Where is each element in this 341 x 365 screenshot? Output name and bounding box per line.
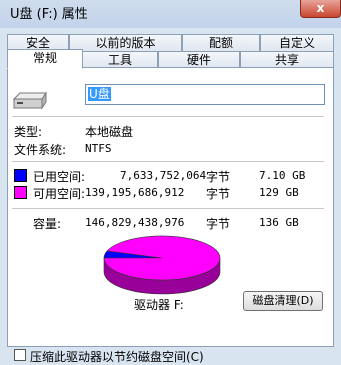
close-icon: x (316, 1, 325, 15)
free-space-swatch (14, 186, 27, 199)
capacity-label: 容量: (33, 217, 62, 231)
used-space-swatch (14, 169, 27, 182)
capacity-size: 136 GB (259, 216, 299, 229)
free-space-size: 129 GB (259, 186, 299, 199)
type-label: 类型: (14, 125, 43, 139)
tab-general[interactable]: 常规 (7, 49, 83, 69)
type-value: 本地磁盘 (85, 125, 134, 139)
free-space-unit: 字节 (206, 187, 231, 201)
tab-tools[interactable]: 工具 (82, 51, 158, 68)
divider-1 (12, 116, 324, 117)
compress-checkbox[interactable] (14, 349, 26, 361)
tab-previous-versions[interactable]: 以前的版本 (69, 34, 182, 51)
tab-hardware[interactable]: 硬件 (158, 51, 240, 68)
drive-icon (12, 91, 47, 110)
volume-name-input[interactable]: U盘 (85, 84, 325, 105)
window-title: U盘 (F:) 属性 (10, 7, 88, 22)
capacity-bytes: 146,829,438,976 (85, 216, 185, 229)
tab-sharing[interactable]: 共享 (240, 51, 334, 68)
filesystem-value: NTFS (85, 142, 112, 155)
pie-slice-free (103, 235, 221, 281)
close-button[interactable]: x (300, 0, 341, 18)
volume-name-text: U盘 (88, 87, 111, 101)
free-space-label: 可用空间: (33, 187, 86, 201)
capacity-unit: 字节 (206, 217, 231, 231)
divider-2 (12, 161, 324, 162)
tab-quota[interactable]: 配额 (182, 34, 260, 51)
used-space-size: 7.10 GB (259, 169, 306, 182)
title-bar: U盘 (F:) 属性 x (0, 0, 341, 28)
used-space-unit: 字节 (206, 170, 231, 184)
tab-customize[interactable]: 自定义 (260, 34, 334, 51)
filesystem-label: 文件系统: (14, 143, 67, 157)
disk-cleanup-button[interactable]: 磁盘清理(D) (243, 291, 323, 311)
disk-usage-pie-chart (103, 235, 221, 295)
used-space-label: 已用空间: (33, 170, 86, 184)
free-space-bytes: 139,195,686,912 (85, 186, 185, 199)
used-space-bytes: 7,633,752,064 (120, 169, 207, 182)
divider-3 (12, 208, 324, 209)
compress-checkbox-label: 压缩此驱动器以节约磁盘空间(C) (30, 350, 204, 364)
drive-label: 驱动器 F: (134, 298, 184, 312)
